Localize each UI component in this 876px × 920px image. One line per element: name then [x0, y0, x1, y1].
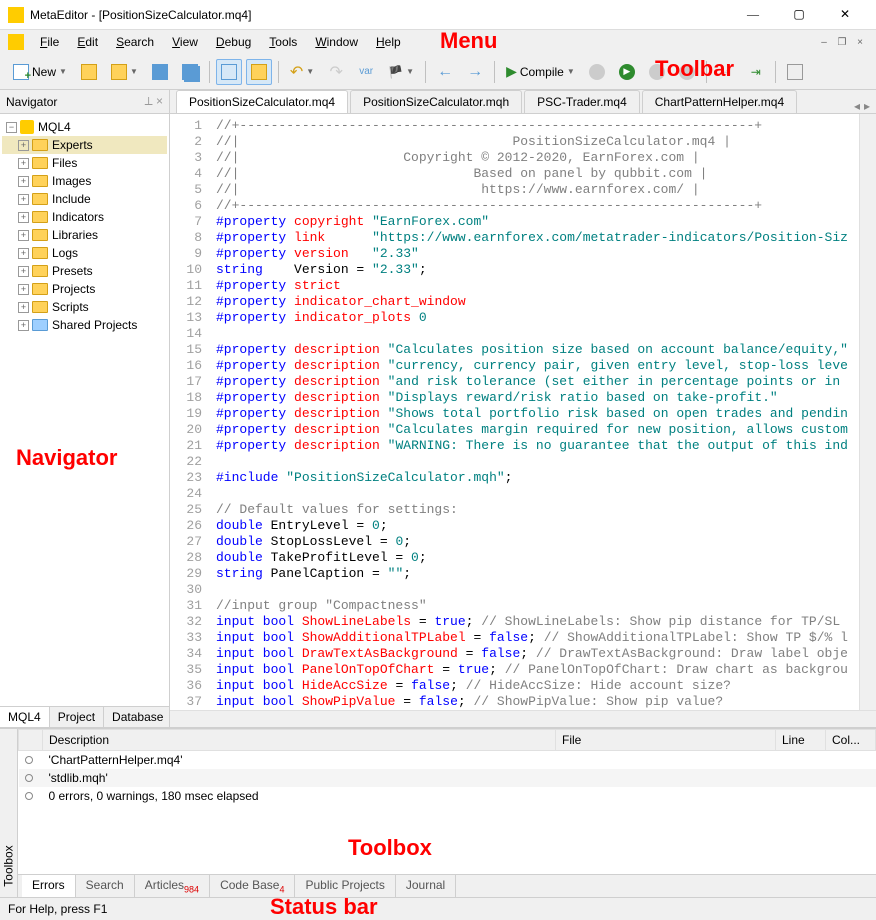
var-button[interactable]: var [353, 59, 379, 85]
pin-icon[interactable]: ⟂ × [145, 94, 163, 109]
tab-file-0[interactable]: PositionSizeCalculator.mq4 [176, 90, 348, 113]
tree-item-libraries[interactable]: +Libraries [2, 226, 167, 244]
navigator-tree: −MQL4 +Experts+Files+Images+Include+Indi… [0, 114, 169, 706]
app-menu-icon[interactable] [8, 34, 24, 50]
col-file[interactable]: File [556, 730, 776, 751]
tab-file-1[interactable]: PositionSizeCalculator.mqh [350, 90, 522, 113]
errors-table: Description File Line Col... 'ChartPatte… [18, 729, 876, 805]
open-button[interactable]: ▼ [106, 59, 143, 85]
editor-tabs: PositionSizeCalculator.mq4 PositionSizeC… [170, 90, 876, 114]
tab-scroll-left-icon[interactable]: ◂ [854, 99, 860, 113]
minimize-button[interactable]: — [730, 0, 776, 30]
toggle-navigator-button[interactable] [216, 59, 242, 85]
new-button[interactable]: +New▼ [8, 59, 72, 85]
toolbar: +New▼ ▼ ↶▼ ↷ var 🏴▼ ← → ▶Compile▼ ▶ Tool… [0, 54, 876, 90]
nav-tab-project[interactable]: Project [50, 707, 104, 727]
titlebar: MetaEditor - [PositionSizeCalculator.mq4… [0, 0, 876, 30]
tree-item-indicators[interactable]: +Indicators [2, 208, 167, 226]
tree-item-images[interactable]: +Images [2, 172, 167, 190]
open-project-button[interactable] [76, 59, 102, 85]
navigator-title: Navigator [6, 95, 57, 109]
menu-window[interactable]: Window [307, 33, 366, 51]
menu-debug[interactable]: Debug [208, 33, 259, 51]
debug-stop-button[interactable] [584, 59, 610, 85]
menubar: File Edit Search View Debug Tools Window… [0, 30, 876, 54]
menu-help[interactable]: Help [368, 33, 409, 51]
error-row[interactable]: 0 errors, 0 warnings, 180 msec elapsed [19, 787, 876, 805]
navigator-header: Navigator ⟂ × [0, 90, 169, 114]
debug-terminate-button[interactable] [674, 59, 700, 85]
line-gutter: 1234567891011121314151617181920212223242… [170, 114, 210, 710]
col-icon[interactable] [19, 730, 43, 751]
tree-item-experts[interactable]: +Experts [2, 136, 167, 154]
save-button[interactable] [147, 59, 173, 85]
tab-file-3[interactable]: ChartPatternHelper.mq4 [642, 90, 797, 113]
close-button[interactable]: ✕ [822, 0, 868, 30]
undo-button[interactable]: ↶▼ [285, 59, 319, 85]
menu-view[interactable]: View [164, 33, 206, 51]
mdi-close-icon[interactable]: × [852, 34, 868, 50]
col-line[interactable]: Line [776, 730, 826, 751]
mdi-minimize-icon[interactable]: – [816, 34, 832, 50]
annotation-statusbar: Status bar [270, 894, 378, 920]
navigator-panel: Navigator ⟂ × −MQL4 +Experts+Files+Image… [0, 90, 170, 727]
toggle-toolbox-button[interactable] [246, 59, 272, 85]
toolbox-tab-public-projects[interactable]: Public Projects [295, 875, 395, 897]
nav-tab-database[interactable]: Database [104, 707, 172, 727]
tree-item-shared-projects[interactable]: +Shared Projects [2, 316, 167, 334]
error-row[interactable]: 'stdlib.mqh' [19, 769, 876, 787]
code-area[interactable]: 1234567891011121314151617181920212223242… [170, 114, 876, 710]
tree-item-files[interactable]: +Files [2, 154, 167, 172]
navigator-tabs: MQL4 Project Database [0, 706, 169, 727]
compile-button[interactable]: ▶Compile▼ [501, 59, 580, 85]
tree-item-presets[interactable]: +Presets [2, 262, 167, 280]
mdi-restore-icon[interactable]: ❐ [834, 34, 850, 50]
toolbox-label: Toolbox [0, 729, 18, 897]
tree-item-scripts[interactable]: +Scripts [2, 298, 167, 316]
debug-start-button[interactable]: ▶ [614, 59, 640, 85]
tree-item-logs[interactable]: +Logs [2, 244, 167, 262]
statusbar: For Help, press F1 Status bar [0, 897, 876, 919]
redo-button[interactable]: ↷ [323, 59, 349, 85]
nav-back-button[interactable]: ← [432, 59, 458, 85]
toolbox-tab-code-base[interactable]: Code Base4 [210, 875, 295, 897]
app-icon [8, 7, 24, 23]
annotation-menu: Menu [440, 28, 497, 54]
menu-search[interactable]: Search [108, 33, 162, 51]
step-into-button[interactable]: ⇥ [713, 59, 739, 85]
nav-tab-mql4[interactable]: MQL4 [0, 707, 50, 727]
toolbox-tabs: ErrorsSearchArticles984Code Base4Public … [18, 874, 876, 897]
tree-item-include[interactable]: +Include [2, 190, 167, 208]
menu-tools[interactable]: Tools [261, 33, 305, 51]
toolbox-tab-errors[interactable]: Errors [22, 875, 76, 897]
toolbox-tab-search[interactable]: Search [76, 875, 135, 897]
source-text[interactable]: //+-------------------------------------… [210, 114, 859, 710]
horizontal-scrollbar[interactable] [170, 710, 876, 727]
error-row[interactable]: 'ChartPatternHelper.mq4' [19, 751, 876, 770]
tree-root[interactable]: −MQL4 [2, 118, 167, 136]
menu-edit[interactable]: Edit [69, 33, 106, 51]
editor-panel: PositionSizeCalculator.mq4 PositionSizeC… [170, 90, 876, 727]
bookmark-button[interactable]: 🏴▼ [383, 59, 419, 85]
vertical-scrollbar[interactable] [859, 114, 876, 710]
tab-scroll-right-icon[interactable]: ▸ [864, 99, 870, 113]
debug-pause-button[interactable] [644, 59, 670, 85]
tab-file-2[interactable]: PSC-Trader.mq4 [524, 90, 640, 113]
nav-forward-button[interactable]: → [462, 59, 488, 85]
toolbox-tab-journal[interactable]: Journal [396, 875, 456, 897]
status-text: For Help, press F1 [8, 902, 107, 916]
col-col[interactable]: Col... [826, 730, 876, 751]
menu-file[interactable]: File [32, 33, 67, 51]
maximize-button[interactable]: ▢ [776, 0, 822, 30]
toolbox-panel: Toolbox Description File Line Col... 'Ch… [0, 727, 876, 897]
col-description[interactable]: Description [43, 730, 556, 751]
step-over-button[interactable]: ⇥ [743, 59, 769, 85]
window-title: MetaEditor - [PositionSizeCalculator.mq4… [30, 8, 730, 22]
toolbox-tab-articles[interactable]: Articles984 [135, 875, 210, 897]
save-all-button[interactable] [177, 59, 203, 85]
tree-item-projects[interactable]: +Projects [2, 280, 167, 298]
terminal-button[interactable] [782, 59, 808, 85]
annotation-toolbox: Toolbox [348, 835, 432, 861]
